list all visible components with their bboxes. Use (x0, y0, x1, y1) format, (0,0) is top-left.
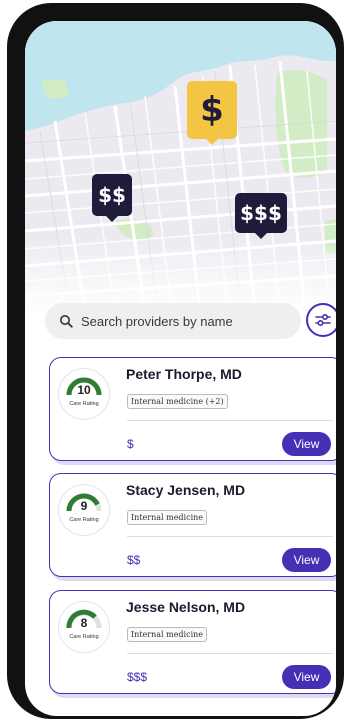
map-background (25, 21, 336, 311)
card-divider (127, 420, 333, 421)
care-rating-badge: 8 Care Rating (58, 601, 110, 653)
filter-button[interactable] (306, 303, 336, 337)
specialty-tag: Internal medicine (127, 510, 208, 525)
view-button[interactable]: View (282, 665, 331, 689)
price-level: $$ (127, 553, 141, 567)
provider-card[interactable]: 9 Care Rating Stacy Jensen, MD Internal … (49, 473, 336, 577)
provider-card[interactable]: 8 Care Rating Jesse Nelson, MD Internal … (49, 590, 336, 694)
price-marker-low[interactable]: $ (187, 81, 237, 145)
specialty-tag: Internal medicine (+2) (127, 394, 228, 409)
price-marker-high[interactable]: $$$ (235, 193, 287, 239)
view-button[interactable]: View (282, 432, 331, 456)
app-screen: $ $$ $$$ Search providers by name 10 Car… (25, 21, 336, 716)
rating-label: Care Rating (69, 634, 99, 640)
view-button[interactable]: View (282, 548, 331, 572)
sliders-icon (315, 313, 331, 327)
phone-frame: $ $$ $$$ Search providers by name 10 Car… (7, 3, 344, 719)
map-view[interactable]: $ $$ $$$ (25, 21, 336, 311)
search-row (45, 303, 336, 339)
rating-value: 9 (80, 499, 88, 513)
provider-name: Peter Thorpe, MD (126, 366, 242, 382)
search-input[interactable] (81, 313, 281, 329)
rating-label: Care Rating (69, 517, 99, 523)
rating-value: 10 (77, 383, 91, 397)
rating-value: 8 (80, 616, 88, 630)
care-rating-badge: 10 Care Rating (58, 368, 110, 420)
provider-card[interactable]: 10 Care Rating Peter Thorpe, MD Internal… (49, 357, 336, 461)
price-marker-medium[interactable]: $$ (92, 174, 132, 222)
price-level: $ (127, 437, 134, 451)
card-divider (127, 653, 333, 654)
card-divider (127, 536, 333, 537)
search-icon (60, 315, 73, 328)
provider-name: Stacy Jensen, MD (126, 482, 246, 498)
care-rating-badge: 9 Care Rating (58, 484, 110, 536)
specialty-tag: Internal medicine (127, 627, 208, 642)
rating-label: Care Rating (69, 401, 99, 407)
search-bar[interactable] (45, 303, 301, 339)
price-level: $$$ (127, 670, 148, 684)
provider-name: Jesse Nelson, MD (126, 599, 246, 615)
